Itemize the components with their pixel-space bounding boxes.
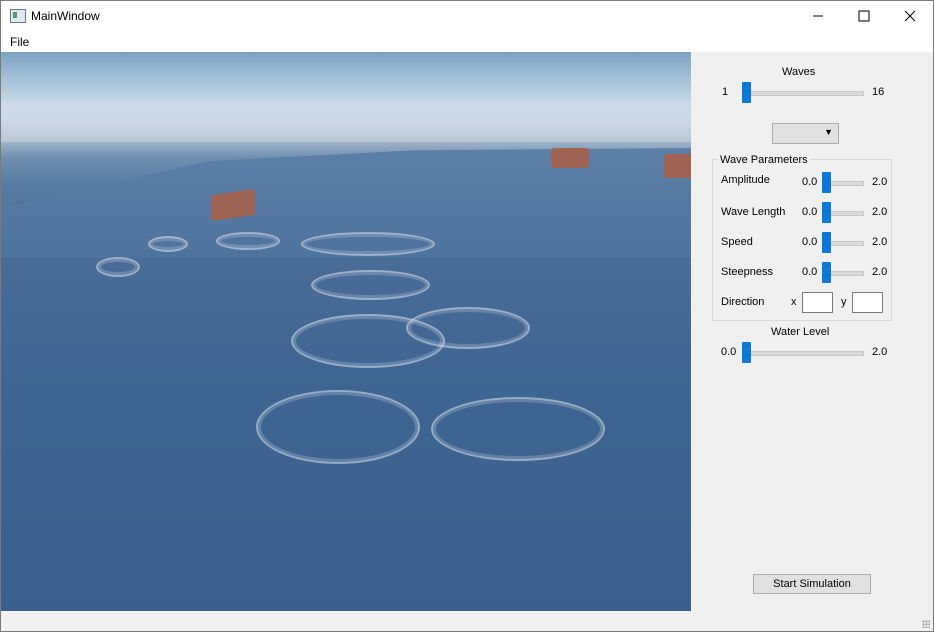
buoy-object <box>664 154 691 178</box>
wave-select-dropdown[interactable]: ▼ <box>772 123 839 144</box>
waves-max-label: 16 <box>872 86 885 98</box>
app-window-icon <box>10 9 26 23</box>
direction-label: Direction <box>721 296 765 308</box>
minimize-button[interactable] <box>795 1 841 31</box>
buoy-object <box>551 148 589 168</box>
water-level-slider-handle[interactable] <box>742 342 751 363</box>
water-level-label: Water Level <box>771 326 830 338</box>
amplitude-slider-handle[interactable] <box>822 172 831 193</box>
wave-ripple <box>431 397 605 461</box>
wave-ripple <box>256 390 420 464</box>
ocean-3d-viewport[interactable] <box>1 52 691 611</box>
amplitude-min: 0.0 <box>802 176 818 188</box>
steepness-max: 2.0 <box>872 266 888 278</box>
direction-x-label: x <box>791 296 797 308</box>
amplitude-max: 2.0 <box>872 176 888 188</box>
close-button[interactable] <box>887 1 933 31</box>
sky <box>1 52 691 142</box>
wave-ripple <box>311 270 430 300</box>
window-title: MainWindow <box>31 9 100 23</box>
water-level-min: 0.0 <box>721 346 737 358</box>
waves-slider-track[interactable] <box>744 91 864 96</box>
steepness-min: 0.0 <box>802 266 818 278</box>
wave-ripple <box>148 236 188 252</box>
wave-ripple <box>96 257 140 277</box>
wave-length-min: 0.0 <box>802 206 818 218</box>
menu-file[interactable]: File <box>10 35 29 49</box>
waves-label: Waves <box>782 66 816 78</box>
maximize-button[interactable] <box>841 1 887 31</box>
direction-x-input[interactable] <box>802 292 833 313</box>
speed-min: 0.0 <box>802 236 818 248</box>
minimize-icon <box>813 15 823 17</box>
speed-label: Speed <box>721 236 753 248</box>
wave-ripple <box>301 232 435 256</box>
direction-y-label: y <box>841 296 847 308</box>
resize-grip-icon[interactable] <box>922 620 930 628</box>
amplitude-label: Amplitude <box>721 174 770 186</box>
wave-parameters-title: Wave Parameters <box>718 154 810 166</box>
speed-max: 2.0 <box>872 236 888 248</box>
start-simulation-button[interactable]: Start Simulation <box>753 574 871 594</box>
direction-y-input[interactable] <box>852 292 883 313</box>
close-icon <box>904 10 916 22</box>
wave-length-max: 2.0 <box>872 206 888 218</box>
steepness-slider-handle[interactable] <box>822 262 831 283</box>
wave-length-label: Wave Length <box>721 206 786 218</box>
wave-length-slider-handle[interactable] <box>822 202 831 223</box>
water-level-slider-track[interactable] <box>744 351 864 356</box>
wave-ripple <box>406 307 530 349</box>
water-level-max: 2.0 <box>872 346 888 358</box>
main-window: MainWindow File Waves 1 16 ▼ Wave Parame… <box>0 0 934 632</box>
menu-bar: File <box>1 31 933 52</box>
dropdown-arrow-icon: ▼ <box>824 127 833 137</box>
maximize-icon <box>858 10 870 22</box>
waves-min-label: 1 <box>722 86 729 98</box>
waves-slider-handle[interactable] <box>742 82 751 103</box>
steepness-label: Steepness <box>721 266 773 278</box>
wave-ripple <box>216 232 280 250</box>
title-bar: MainWindow <box>1 1 933 31</box>
speed-slider-handle[interactable] <box>822 232 831 253</box>
status-bar <box>1 611 933 631</box>
